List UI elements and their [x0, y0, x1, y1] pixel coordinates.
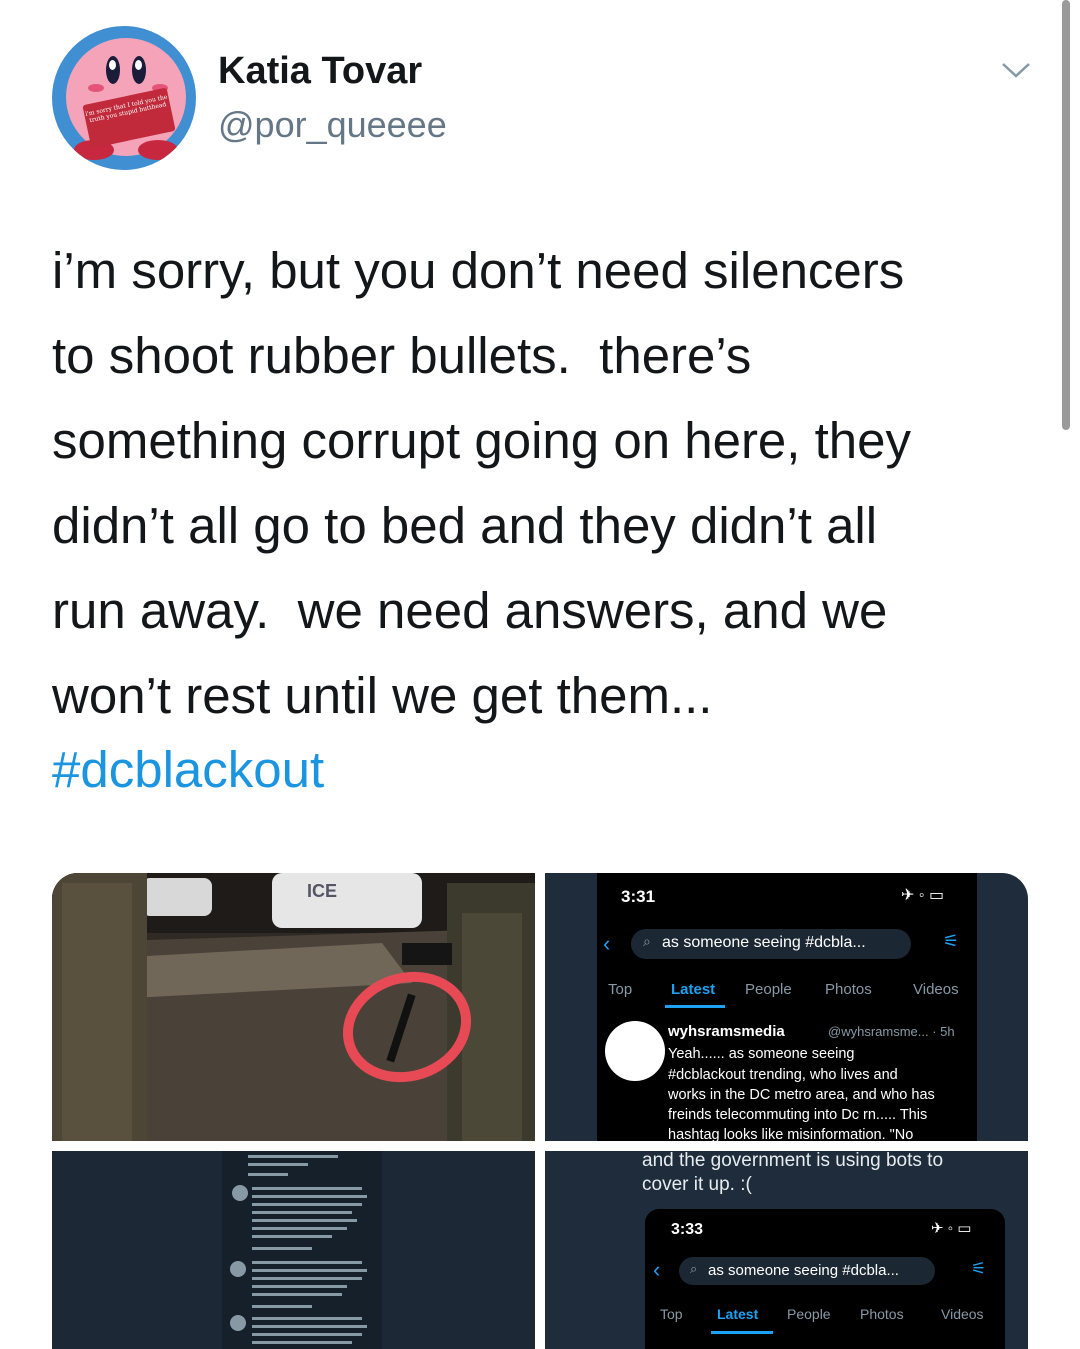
search-icon: ⌕ [690, 1261, 698, 1276]
search-query[interactable]: as someone seeing #dcbla... [662, 934, 866, 952]
chevron-down-icon[interactable] [1000, 60, 1032, 80]
back-icon[interactable]: ‹ [653, 1257, 660, 1283]
tweet-text: i’m sorry, but you don’t need silencers … [52, 242, 912, 724]
media-screenshot-1[interactable]: 3:31 ✈ ◦ ▭ ‹ ⌕ as someone seeing #dcbla.… [545, 873, 1028, 1141]
post-text-5: hashtag looks like misinformation. "No [668, 1127, 914, 1141]
display-name[interactable]: Katia Tovar [218, 50, 422, 93]
post-text-3: works in the DC metro area, and who has [668, 1087, 935, 1103]
post-text-1: Yeah...... as someone seeing [668, 1046, 855, 1062]
back-icon[interactable]: ‹ [603, 931, 610, 957]
scrollbar[interactable] [1062, 0, 1070, 430]
status-icons: ✈ ◦ ▭ [931, 1220, 972, 1237]
caption-line-1: and the government is using bots to [642, 1151, 944, 1171]
avatar[interactable]: i'm sorry that I told you the truth you … [52, 26, 196, 170]
vehicle-label: ICE [307, 881, 338, 901]
search-icon: ⌕ [643, 933, 651, 949]
media-screenshot-thread[interactable] [52, 1151, 535, 1349]
post-text-4: freinds telecommuting into Dc rn..... Th… [668, 1107, 928, 1123]
search-query[interactable]: as someone seeing #dcbla... [708, 1262, 899, 1279]
media-screenshot-2[interactable]: and the government is using bots to cove… [545, 1151, 1028, 1349]
tab-top[interactable]: Top [660, 1306, 683, 1322]
tab-photos[interactable]: Photos [860, 1306, 904, 1322]
tab-top[interactable]: Top [608, 981, 632, 998]
tab-latest[interactable]: Latest [671, 981, 715, 998]
tab-people[interactable]: People [745, 981, 792, 998]
post-avatar[interactable] [605, 1021, 665, 1081]
status-time: 3:31 [621, 887, 656, 906]
post-text-2: #dcblackout trending, who lives and [668, 1067, 898, 1083]
user-handle[interactable]: @por_queeee [218, 104, 447, 146]
filter-icon[interactable]: ⚟ [943, 931, 959, 952]
post-meta: @wyhsramsme... · 5h [828, 1024, 955, 1039]
caption-line-2: cover it up. :( [642, 1174, 752, 1195]
tab-latest[interactable]: Latest [717, 1306, 758, 1322]
hashtag-link[interactable]: #dcblackout [52, 740, 324, 799]
kirby-avatar-image: i'm sorry that I told you the truth you … [66, 38, 186, 160]
filter-icon[interactable]: ⚟ [971, 1259, 986, 1279]
post-username[interactable]: wyhsramsmedia [668, 1023, 785, 1040]
status-icons: ✈ ◦ ▭ [901, 887, 945, 904]
tab-people[interactable]: People [787, 1306, 831, 1322]
media-photo-1[interactable]: ICE [52, 873, 535, 1141]
thread-preview [222, 1151, 382, 1349]
tab-photos[interactable]: Photos [825, 981, 872, 998]
tab-videos[interactable]: Videos [913, 981, 959, 998]
tab-videos[interactable]: Videos [941, 1306, 984, 1322]
status-time: 3:33 [671, 1221, 704, 1238]
